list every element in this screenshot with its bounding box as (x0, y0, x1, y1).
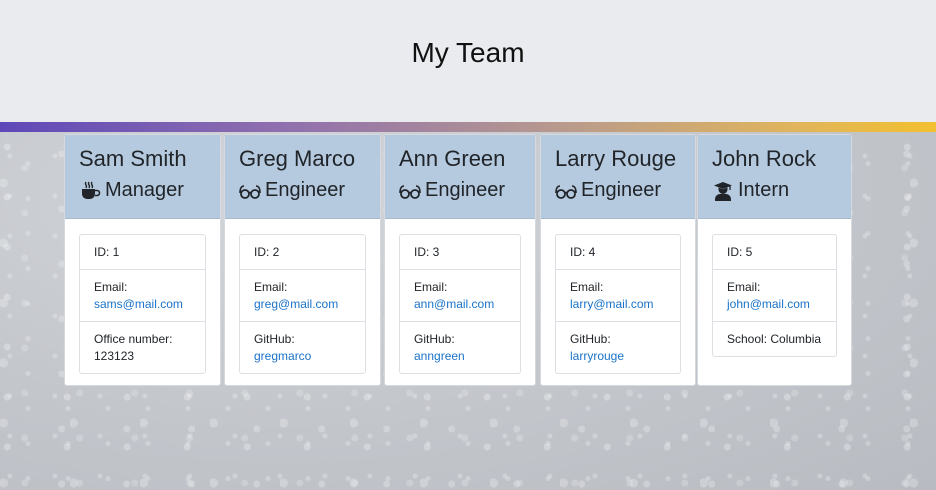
card-header: Larry Rouge Engineer (541, 135, 695, 219)
employee-card: Larry Rouge Engineer ID: 4 Email: larry@… (540, 134, 696, 386)
email-link[interactable]: sams@mail.com (94, 297, 183, 311)
card-header: Greg Marco Engineer (225, 135, 380, 219)
employee-role: Engineer (399, 179, 505, 202)
employee-role: Intern (712, 179, 789, 202)
employee-office-number: Office number: 123123 (80, 321, 205, 373)
email-link[interactable]: ann@mail.com (414, 297, 494, 311)
card-header: Ann Green Engineer (385, 135, 535, 219)
employee-role: Engineer (555, 179, 661, 202)
employee-card: Sam Smith Manager ID: 1 Email: sams@mail… (64, 134, 221, 386)
employee-card: John Rock Intern ID: 5 Email: john@mail.… (697, 134, 852, 386)
employee-id: ID: 5 (727, 245, 753, 259)
employee-github: GitHub: larryrouge (556, 321, 680, 373)
employee-email: Email: ann@mail.com (400, 269, 520, 321)
employee-name: Sam Smith (79, 146, 187, 171)
employee-role: Manager (79, 179, 184, 202)
employee-github: GitHub: gregmarco (240, 321, 365, 373)
employee-details: ID: 1 Email: sams@mail.com Office number… (79, 234, 206, 374)
card-header: Sam Smith Manager (65, 135, 220, 219)
employee-role: Engineer (239, 179, 345, 202)
employee-email: Email: larry@mail.com (556, 269, 680, 321)
glasses-icon (239, 181, 261, 201)
employee-role-label: Engineer (265, 179, 346, 201)
glasses-icon (555, 181, 577, 201)
employee-card: Greg Marco Engineer ID: 2 Email: greg@ma… (224, 134, 381, 386)
employee-id: ID: 2 (254, 245, 280, 259)
employee-details: ID: 3 Email: ann@mail.com GitHub: anngre… (399, 234, 521, 374)
employee-details: ID: 5 Email: john@mail.com School: Colum… (712, 234, 837, 357)
employee-name: Larry Rouge (555, 146, 677, 171)
employee-details: ID: 2 Email: greg@mail.com GitHub: gregm… (239, 234, 366, 374)
employee-email: Email: greg@mail.com (240, 269, 365, 321)
employee-name: John Rock (712, 146, 816, 171)
employee-details: ID: 4 Email: larry@mail.com GitHub: larr… (555, 234, 681, 374)
github-link[interactable]: gregmarco (254, 349, 311, 363)
email-link[interactable]: john@mail.com (727, 297, 810, 311)
employee-id: ID: 4 (570, 245, 596, 259)
employee-email: Email: john@mail.com (713, 269, 836, 321)
employee-role-label: Intern (738, 179, 790, 201)
employee-name: Greg Marco (239, 146, 356, 171)
employee-role-label: Manager (105, 179, 184, 201)
github-link[interactable]: anngreen (414, 349, 465, 363)
page-header: My Team (0, 0, 936, 122)
email-link[interactable]: larry@mail.com (570, 297, 654, 311)
card-header: John Rock Intern (698, 135, 851, 219)
employee-github: GitHub: anngreen (400, 321, 520, 373)
github-link[interactable]: larryrouge (570, 349, 624, 363)
coffee-icon (79, 181, 101, 201)
employee-id: ID: 1 (94, 245, 120, 259)
employee-role-label: Engineer (581, 179, 662, 201)
employee-email: Email: sams@mail.com (80, 269, 205, 321)
employee-school: School: Columbia (713, 321, 836, 356)
employee-role-label: Engineer (425, 179, 506, 201)
email-link[interactable]: greg@mail.com (254, 297, 338, 311)
user-graduate-icon (712, 181, 734, 201)
employee-card: Ann Green Engineer ID: 3 Email: ann@mail… (384, 134, 536, 386)
employee-id: ID: 3 (414, 245, 440, 259)
page-title: My Team (411, 37, 525, 68)
glasses-icon (399, 181, 421, 201)
employee-name: Ann Green (399, 146, 506, 171)
accent-gradient-bar (0, 122, 936, 132)
